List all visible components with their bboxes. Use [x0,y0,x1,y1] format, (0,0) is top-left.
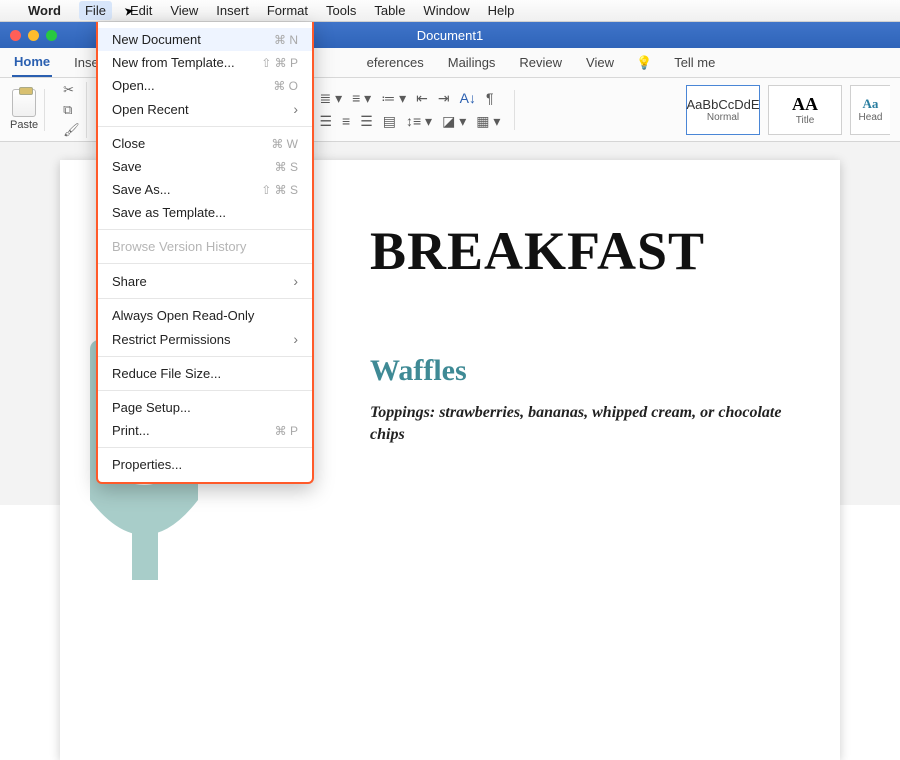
cursor-icon: ➤ [123,3,135,19]
file-menu-item[interactable]: Properties... [98,453,312,476]
menu-item-shortcut: ⇧ ⌘ S [261,183,298,197]
tab-references-partial[interactable]: eferences [365,55,426,70]
lightbulb-icon: 💡 [636,55,652,71]
clipboard-mini: ✂︎ ⧉ 🖌 [57,82,87,138]
copy-icon[interactable]: ⧉ [63,102,80,118]
tell-me-search[interactable]: Tell me [672,55,717,70]
menu-file[interactable]: File [79,1,112,20]
menu-item-label: Open Recent [112,102,189,117]
file-menu-item[interactable]: Save as Template... [98,201,312,224]
clipboard-icon[interactable] [12,89,36,117]
menu-item-shortcut: ⌘ N [274,33,298,47]
file-menu-item[interactable]: Print... ⌘ P [98,419,312,442]
decrease-indent-icon[interactable]: ⇤ [416,90,428,107]
style-label: Head [859,112,883,123]
style-sample: AaBbCcDdE [687,97,760,112]
menu-item-label: Page Setup... [112,400,191,415]
menu-item-label: Save [112,159,142,174]
format-painter-icon[interactable]: 🖌 [63,122,80,138]
minimize-window-button[interactable] [28,30,39,41]
borders-icon[interactable]: ▦ ▾ [476,113,500,130]
tab-mailings[interactable]: Mailings [446,55,498,70]
cut-icon[interactable]: ✂︎ [63,82,80,98]
menu-item-label: New Document [112,32,201,47]
style-sample: Aa [863,96,879,112]
menu-item-label: Properties... [112,457,182,472]
align-right-icon[interactable]: ☰ [360,113,373,130]
file-menu-item[interactable]: Save As... ⇧ ⌘ S [98,178,312,201]
menu-item-shortcut: ⇧ ⌘ P [261,56,298,70]
align-center-icon[interactable]: ≡ [342,113,350,129]
menu-view[interactable]: View [170,3,198,18]
menu-item-label: Always Open Read-Only [112,308,254,323]
style-label: Normal [707,112,739,123]
file-menu-item[interactable]: Open Recent [98,97,312,121]
file-menu-item[interactable]: Always Open Read-Only [98,304,312,327]
doc-subheading-waffles: Waffles [370,354,800,388]
doc-heading-breakfast: BREAKFAST [370,220,800,282]
file-menu-item[interactable]: Page Setup... [98,396,312,419]
justify-icon[interactable]: ▤ [383,113,396,130]
increase-indent-icon[interactable]: ⇥ [438,90,450,107]
menu-format[interactable]: Format [267,3,308,18]
style-heading[interactable]: Aa Head [850,85,890,135]
file-menu-item[interactable]: New Document ⌘ N [98,28,312,51]
menu-item-label: Restrict Permissions [112,332,230,347]
menu-app-name[interactable]: Word [28,3,61,18]
menu-item-label: Reduce File Size... [112,366,221,381]
doc-toppings-text: Toppings: strawberries, bananas, whipped… [370,402,790,447]
menu-item-label: Browse Version History [112,239,246,254]
shading-icon[interactable]: ◪ ▾ [442,113,466,130]
macos-menubar: Word File Edit View Insert Format Tools … [0,0,900,22]
menu-item-label: Close [112,136,145,151]
file-menu-item: Browse Version History [98,235,312,258]
file-menu-item[interactable]: Save ⌘ S [98,155,312,178]
menu-item-label: Save as Template... [112,205,226,220]
style-label: Title [796,115,815,126]
menu-help[interactable]: Help [488,3,515,18]
numbering-icon[interactable]: ≡ ▾ [352,90,371,107]
tab-review[interactable]: Review [517,55,564,70]
multilevel-list-icon[interactable]: ≔ ▾ [381,90,406,107]
line-spacing-icon[interactable]: ↕≡ ▾ [406,113,432,130]
menu-item-label: Save As... [112,182,171,197]
menu-item-label: Share [112,274,147,289]
file-menu-item[interactable]: Restrict Permissions [98,327,312,351]
file-dropdown-menu: New Document ⌘ N New from Template... ⇧ ⌘ P… [96,22,314,484]
menu-item-shortcut: ⌘ S [275,160,298,174]
file-menu-item[interactable]: Reduce File Size... [98,362,312,385]
menu-insert[interactable]: Insert [216,3,249,18]
paste-label: Paste [10,119,38,131]
file-menu-item[interactable]: Open... ⌘ O [98,74,312,97]
style-title[interactable]: AA Title [768,85,842,135]
menu-table[interactable]: Table [374,3,405,18]
menu-item-label: New from Template... [112,55,235,70]
styles-gallery: AaBbCcDdE Normal AA Title Aa Head [686,85,890,135]
bullets-icon[interactable]: ≣ ▾ [319,90,342,107]
file-menu-item[interactable]: New from Template... ⇧ ⌘ P [98,51,312,74]
tab-view[interactable]: View [584,55,616,70]
menu-item-label: Print... [112,423,150,438]
pilcrow-icon[interactable]: ¶ [486,90,494,106]
menu-tools[interactable]: Tools [326,3,356,18]
file-menu-item[interactable]: Close ⌘ W [98,132,312,155]
menu-window[interactable]: Window [423,3,469,18]
style-sample: AA [792,94,818,115]
file-menu-item[interactable]: Share [98,269,312,293]
menu-item-shortcut: ⌘ O [273,79,298,93]
paste-group: Paste [10,89,45,131]
window-controls [0,30,57,41]
sort-icon[interactable]: A↓ [460,90,476,106]
menu-item-label: Open... [112,78,155,93]
menu-item-shortcut: ⌘ W [271,137,298,151]
align-left-icon[interactable]: ☰ [319,113,332,130]
style-normal[interactable]: AaBbCcDdE Normal [686,85,760,135]
close-window-button[interactable] [10,30,21,41]
zoom-window-button[interactable] [46,30,57,41]
tab-home[interactable]: Home [12,54,52,77]
menu-item-shortcut: ⌘ P [275,424,298,438]
